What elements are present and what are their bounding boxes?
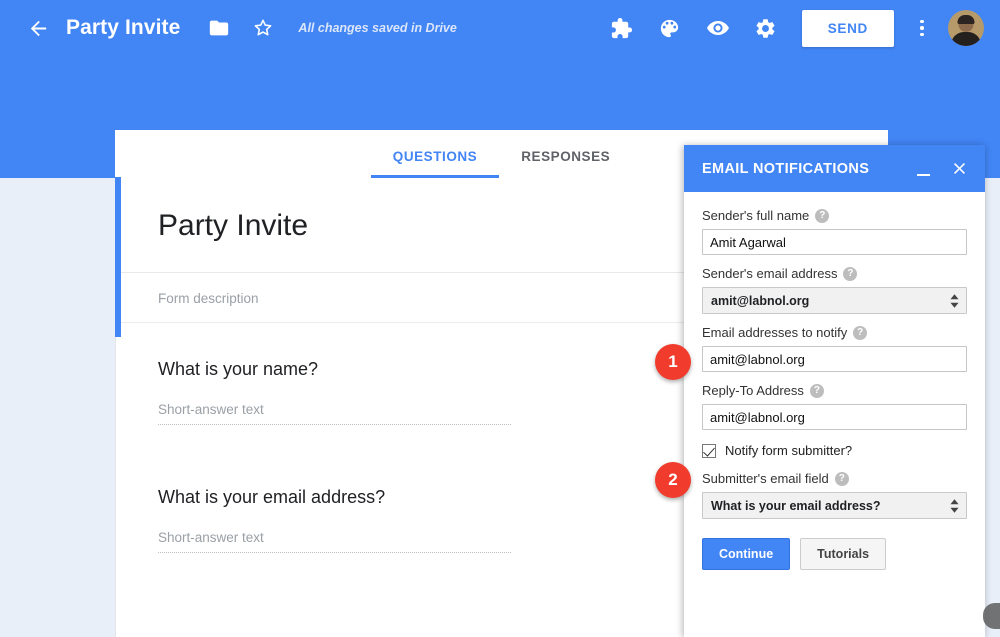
palette-icon[interactable]	[650, 8, 690, 48]
question-title-2[interactable]: What is your email address?	[158, 487, 648, 508]
avatar-body	[951, 32, 981, 46]
folder-icon[interactable]	[202, 11, 236, 45]
field-label-text: Email addresses to notify	[702, 325, 848, 340]
scroll-handle[interactable]	[983, 603, 1000, 629]
sender-email-address-select[interactable]: amit@labnol.org	[702, 287, 967, 314]
notify-form-submitter-checkbox[interactable]	[702, 443, 716, 458]
field-submitter-email-field: Submitter's email field ? What is your e…	[702, 471, 967, 519]
send-button[interactable]: SEND	[801, 9, 894, 47]
form-description-placeholder[interactable]: Form description	[158, 291, 648, 306]
header-form-title[interactable]: Party Invite	[66, 16, 180, 40]
field-label-submitter-email-field: Submitter's email field ?	[702, 471, 967, 486]
field-sender-full-name: Sender's full name ?	[702, 208, 967, 255]
email-addresses-to-notify-input[interactable]	[702, 346, 967, 372]
field-label-reply-to-address: Reply-To Address ?	[702, 383, 967, 398]
field-label-text: Sender's full name	[702, 208, 810, 223]
tab-responses[interactable]: RESPONSES	[499, 149, 632, 178]
help-icon[interactable]: ?	[843, 266, 858, 281]
dialog-header: EMAIL NOTIFICATIONS	[684, 145, 985, 192]
field-sender-email-address: Sender's email address ? amit@labnol.org	[702, 266, 967, 314]
eye-icon[interactable]	[698, 8, 738, 48]
dialog-title: EMAIL NOTIFICATIONS	[702, 160, 870, 177]
dialog-button-row: Continue Tutorials	[702, 538, 967, 570]
continue-button[interactable]: Continue	[702, 538, 791, 570]
header-toolbar: Party Invite All changes saved in Drive	[0, 0, 1000, 56]
puzzle-piece-icon[interactable]	[602, 8, 642, 48]
field-reply-to-address: Reply-To Address ?	[702, 383, 967, 430]
sender-full-name-input[interactable]	[702, 229, 967, 255]
field-label-text: Sender's email address	[702, 266, 838, 281]
tabs-group: QUESTIONS RESPONSES	[370, 149, 632, 178]
question-answer-placeholder-1: Short-answer text	[158, 402, 511, 425]
help-icon[interactable]: ?	[815, 208, 830, 223]
app-root: Party Invite All changes saved in Drive	[0, 0, 1000, 637]
form-description-card[interactable]: Form description	[116, 273, 690, 323]
star-outline-icon[interactable]	[246, 11, 280, 45]
save-status-text: All changes saved in Drive	[298, 21, 457, 35]
field-label-sender-full-name: Sender's full name ?	[702, 208, 967, 223]
notify-form-submitter-label: Notify form submitter?	[725, 443, 853, 458]
question-card-1[interactable]: What is your name? Short-answer text	[116, 323, 690, 425]
form-title[interactable]: Party Invite	[158, 208, 648, 250]
annotation-badge-2: 2	[655, 462, 691, 498]
annotation-badge-1: 1	[655, 344, 691, 380]
tab-questions[interactable]: QUESTIONS	[370, 149, 500, 178]
avatar-hair	[957, 15, 975, 24]
submitter-email-field-select[interactable]: What is your email address?	[702, 492, 967, 519]
submitter-email-field-value: What is your email address?	[711, 498, 881, 513]
field-label-text: Reply-To Address	[702, 383, 804, 398]
help-icon[interactable]: ?	[834, 471, 849, 486]
notify-form-submitter-checkbox-row[interactable]: Notify form submitter?	[702, 443, 967, 458]
minimize-icon[interactable]	[909, 155, 937, 183]
avatar[interactable]	[948, 10, 984, 46]
reply-to-address-input[interactable]	[702, 404, 967, 430]
help-icon[interactable]: ?	[853, 325, 868, 340]
question-answer-placeholder-2: Short-answer text	[158, 530, 511, 553]
help-icon[interactable]: ?	[809, 383, 824, 398]
field-label-text: Submitter's email field	[702, 471, 829, 486]
gear-icon[interactable]	[746, 8, 786, 48]
question-card-2[interactable]: What is your email address? Short-answer…	[116, 425, 690, 553]
stepper-arrows-icon	[950, 498, 959, 513]
stepper-arrows-icon	[950, 293, 959, 308]
form-title-card[interactable]: Party Invite	[115, 177, 690, 337]
field-label-sender-email-address: Sender's email address ?	[702, 266, 967, 281]
field-email-addresses-to-notify: Email addresses to notify ?	[702, 325, 967, 372]
field-label-email-addresses-to-notify: Email addresses to notify ?	[702, 325, 967, 340]
form-editor-column: Party Invite Form description What is yo…	[115, 177, 690, 637]
question-title-1[interactable]: What is your name?	[158, 359, 648, 380]
header-actions: SEND	[594, 0, 990, 56]
close-x-icon[interactable]	[945, 155, 973, 183]
tutorials-button[interactable]: Tutorials	[800, 538, 887, 570]
email-notifications-dialog: EMAIL NOTIFICATIONS Sender's full name ?…	[684, 145, 985, 637]
sender-email-address-value: amit@labnol.org	[711, 293, 810, 308]
vertical-dots-icon[interactable]	[906, 8, 938, 48]
dialog-body: Sender's full name ? Sender's email addr…	[684, 192, 985, 570]
back-arrow-icon[interactable]	[18, 8, 58, 48]
